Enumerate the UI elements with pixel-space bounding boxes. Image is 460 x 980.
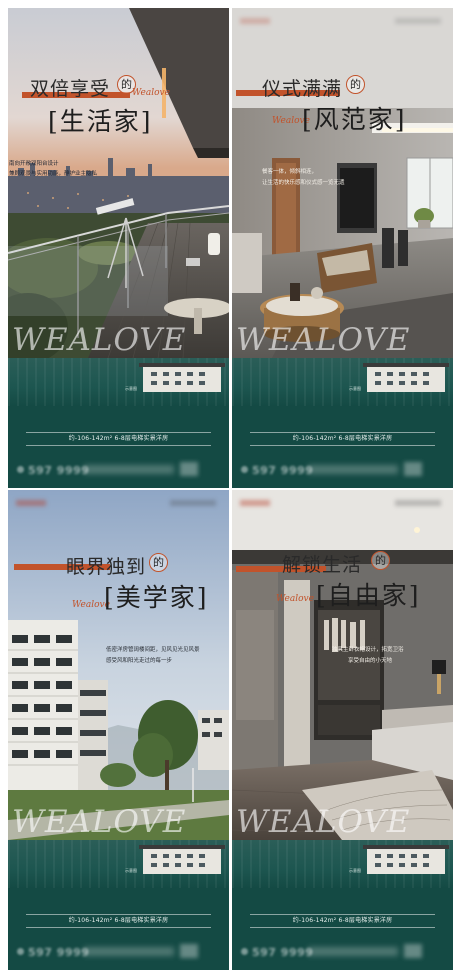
balcony-scene	[8, 8, 229, 358]
poster-exterior: 眼界独到 的 Wealove [美学家] 低密洋房管阔楼间距，见风见光见风景 感…	[8, 490, 229, 970]
de-circle-badge: 的	[371, 551, 390, 570]
logo-blurred	[16, 500, 46, 506]
script-wealove: Wealove	[132, 88, 170, 98]
building-thumbnail	[363, 845, 449, 874]
nav-blurred	[395, 500, 441, 506]
poster-title-line1: 双倍享受	[30, 78, 111, 100]
image-caption: 示意图	[125, 386, 137, 391]
watermark-text: WEALOVE	[236, 322, 411, 358]
poster-description-line1: 独具主卧衣帽设计，拓宽卫浴	[332, 647, 404, 653]
nav-blurred	[170, 500, 216, 506]
phone-icon	[241, 466, 248, 473]
script-wealove: Wealove	[276, 594, 314, 604]
image-caption: 示意图	[349, 868, 361, 873]
spec-line: 约-106-142m² 6-8层电梯实景洋房	[26, 914, 211, 928]
watermark-text: WEALOVE	[12, 322, 187, 358]
spec-line: 约-106-142m² 6-8层电梯实景洋房	[26, 432, 211, 446]
teal-footer: 示意图 约-106-142m² 6-8层电梯实景洋房 597 9999	[232, 358, 453, 488]
poster-description-line2: 兼顾观景与实用功能，静护业主隐私	[9, 171, 98, 177]
phone-number: 597 9999	[28, 946, 90, 959]
phone-number: 597 9999	[28, 464, 90, 477]
phone-icon	[17, 948, 24, 955]
building-thumbnail	[363, 363, 449, 392]
teal-footer: 示意图 约-106-142m² 6-8层电梯实景洋房 597 9999	[8, 358, 229, 488]
poster-description-line1: 餐客一体，倾斜相连，	[262, 169, 318, 175]
phone-icon	[17, 466, 24, 473]
spec-line: 约-106-142m² 6-8层电梯实景洋房	[250, 432, 435, 446]
poster-description-line1: 低密洋房管阔楼间距，见风见光见风景	[106, 647, 200, 653]
watermark-text: WEALOVE	[236, 804, 411, 840]
poster-description-line2: 让生活的快乐感和仪式感一览无遗	[262, 180, 345, 186]
building-thumbnail	[139, 363, 225, 392]
phone-icon	[241, 948, 248, 955]
poster-title-line2: [美学家]	[104, 583, 209, 612]
teal-footer: 示意图 约-106-142m² 6-8层电梯实景洋房 597 9999	[232, 840, 453, 970]
poster-title-line1: 仪式满满	[262, 78, 343, 100]
image-caption: 示意图	[125, 868, 137, 873]
poster-description-line1: 南向开敞双阳台设计	[9, 161, 59, 167]
bedroom-scene	[232, 490, 453, 840]
logo-blurred	[240, 500, 270, 506]
nav-blurred	[395, 18, 441, 24]
poster-balcony: 双倍享受 的 Wealove [生活家] 南向开敞双阳台设计 兼顾观景与实用功能…	[8, 8, 229, 488]
poster-living-room: 仪式满满 的 Wealove [风范家] 餐客一体，倾斜相连， 让生活的快乐感和…	[232, 8, 453, 488]
spec-line: 约-106-142m² 6-8层电梯实景洋房	[250, 914, 435, 928]
logo-blurred	[240, 18, 270, 24]
phone-number: 597 9999	[252, 464, 314, 477]
watermark-text: WEALOVE	[12, 804, 187, 840]
poster-description-line2: 享受自由的小天地	[348, 658, 393, 664]
poster-title-line1: 眼界独到	[66, 556, 147, 578]
poster-title-line2: [风范家]	[302, 105, 407, 134]
de-circle-badge: 的	[149, 553, 168, 572]
poster-bedroom: 解锁生活 的 Wealove [自由家] 独具主卧衣帽设计，拓宽卫浴 享受自由的…	[232, 490, 453, 970]
teal-footer: 示意图 约-106-142m² 6-8层电梯实景洋房 597 9999	[8, 840, 229, 970]
building-thumbnail	[139, 845, 225, 874]
balcony-illustration	[8, 8, 229, 358]
poster-title-line1: 解锁生活	[282, 554, 363, 576]
phone-number: 597 9999	[252, 946, 314, 959]
bedroom-illustration	[232, 490, 453, 840]
de-circle-badge: 的	[346, 75, 365, 94]
poster-title-line2: [自由家]	[316, 581, 421, 610]
poster-title-line2: [生活家]	[48, 107, 153, 136]
image-caption: 示意图	[349, 386, 361, 391]
poster-description-line2: 感受风和阳光走过的每一步	[106, 658, 173, 664]
